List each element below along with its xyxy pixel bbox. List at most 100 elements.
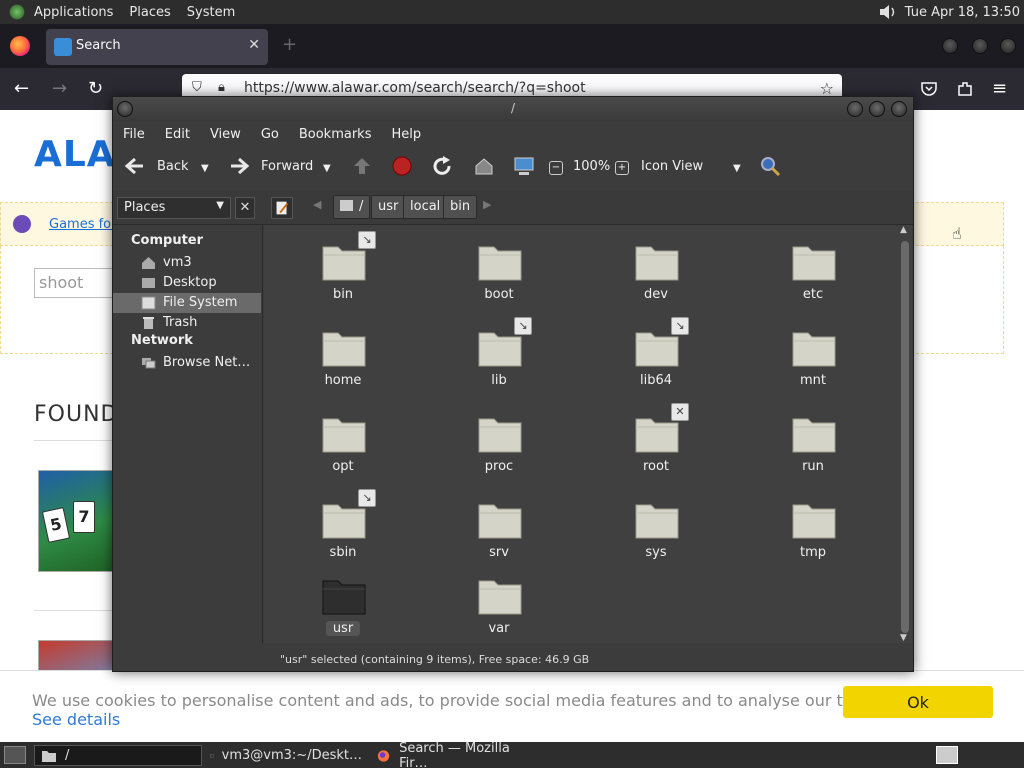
stop-icon[interactable] xyxy=(391,155,413,177)
taskbar-item-files[interactable]: / xyxy=(34,745,202,766)
edit-path-icon[interactable] xyxy=(271,197,293,219)
up-icon[interactable] xyxy=(351,155,373,177)
browser-tab-search[interactable]: Search ✕ xyxy=(46,29,268,65)
crumb-left-arrow-icon[interactable]: ◀ xyxy=(313,198,321,211)
folder-item[interactable]: ↘ lib64 xyxy=(601,317,711,409)
system-menu[interactable]: System xyxy=(179,5,243,20)
breadcrumb-local[interactable]: local xyxy=(403,195,448,219)
menu-edit[interactable]: Edit xyxy=(155,127,200,142)
folder-item[interactable]: var xyxy=(444,577,554,643)
panel-clock[interactable]: Tue Apr 18, 13:50 xyxy=(905,5,1020,20)
mate-logo-icon[interactable] xyxy=(8,3,26,21)
breadcrumb-usr[interactable]: usr xyxy=(371,195,406,219)
maximize-button[interactable] xyxy=(972,38,988,54)
folder-item[interactable]: tmp xyxy=(758,501,868,581)
sidebar-item-desktop[interactable]: Desktop xyxy=(113,273,261,293)
folder-item[interactable]: dev xyxy=(601,243,711,323)
breadcrumb-root[interactable]: / xyxy=(333,195,371,219)
extensions-icon[interactable] xyxy=(956,80,974,98)
url-text[interactable]: https://www.alawar.com/search/search/?q=… xyxy=(244,80,586,96)
folder-item[interactable]: run xyxy=(758,415,868,495)
folder-item[interactable]: ↘ bin xyxy=(288,231,398,323)
places-menu[interactable]: Places xyxy=(121,5,178,20)
cookie-ok-button[interactable]: Ok xyxy=(843,686,993,718)
folder-item[interactable]: ↘ sbin xyxy=(288,489,398,581)
taskbar-item-terminal[interactable]: vm3@vm3:~/Deskt… xyxy=(204,745,368,766)
sidebar-item-browse-network[interactable]: Browse Net… xyxy=(113,353,261,373)
home-icon[interactable] xyxy=(473,155,495,177)
show-desktop-icon[interactable] xyxy=(4,746,26,764)
forward-button[interactable]: Forward xyxy=(261,159,313,174)
folder-item[interactable]: ✕ root xyxy=(601,403,711,495)
scroll-thumb[interactable] xyxy=(901,241,909,633)
window-close-button[interactable] xyxy=(891,101,907,117)
forward-arrow-icon[interactable]: → xyxy=(52,78,67,99)
window-maximize-button[interactable] xyxy=(869,101,885,117)
site-search-input[interactable]: shoot xyxy=(34,268,124,298)
applications-menu[interactable]: Applications xyxy=(26,5,121,20)
shield-icon[interactable]: ⛉ xyxy=(192,80,202,95)
games-link[interactable]: Games for xyxy=(49,217,116,232)
back-button[interactable]: Back xyxy=(157,159,189,174)
search-icon[interactable] xyxy=(759,155,781,177)
folder-item[interactable]: proc xyxy=(444,415,554,495)
minimize-button[interactable] xyxy=(942,38,958,54)
folder-item[interactable]: etc xyxy=(758,243,868,323)
sidebar-item-trash[interactable]: Trash xyxy=(113,313,261,333)
volume-icon[interactable] xyxy=(877,3,899,21)
folder-item[interactable]: opt xyxy=(288,415,398,495)
folder-item[interactable]: usr xyxy=(288,577,398,643)
forward-history-chevron-icon[interactable]: ▼ xyxy=(323,163,331,174)
sidebar-item-label: Trash xyxy=(163,315,198,330)
zoom-level[interactable]: 100% xyxy=(573,159,610,174)
zoom-in-icon[interactable]: + xyxy=(615,161,629,175)
pocket-icon[interactable] xyxy=(920,80,938,98)
folder-label: opt xyxy=(332,459,354,474)
window-titlebar[interactable]: / xyxy=(113,97,913,121)
sidebar-item-file-system[interactable]: File System xyxy=(113,293,261,313)
close-sidebar-icon[interactable]: ✕ xyxy=(235,197,255,219)
see-details-link[interactable]: See details xyxy=(32,710,120,729)
sidebar-item-vm3[interactable]: vm3 xyxy=(113,253,261,273)
close-button[interactable] xyxy=(1000,38,1016,54)
scroll-up-icon[interactable]: ▲ xyxy=(900,225,907,235)
menu-bookmarks[interactable]: Bookmarks xyxy=(289,127,382,142)
site-logo[interactable]: ALA xyxy=(34,134,116,175)
taskbar-item-firefox[interactable]: Search — Mozilla Fir… xyxy=(370,741,540,768)
folder-item[interactable]: ↘ lib xyxy=(444,317,554,409)
back-icon[interactable] xyxy=(123,155,145,177)
hamburger-menu-icon[interactable]: ≡ xyxy=(992,78,1007,99)
scroll-down-icon[interactable]: ▼ xyxy=(900,633,907,643)
firefox-icon[interactable] xyxy=(10,36,30,56)
breadcrumb-bin[interactable]: bin xyxy=(443,195,478,219)
new-tab-icon[interactable]: + xyxy=(282,34,297,55)
menu-file[interactable]: File xyxy=(113,127,155,142)
view-mode-chevron-icon[interactable]: ▼ xyxy=(733,163,741,174)
lock-icon[interactable]: 🔒︎ xyxy=(218,80,225,95)
tab-close-icon[interactable]: ✕ xyxy=(248,37,260,53)
icon-view[interactable]: ↘ bin boot dev etc home ↘ lib ↘ lib64 mnt opt proc ✕ r… xyxy=(264,225,912,643)
reload-icon[interactable]: ↻ xyxy=(88,78,103,99)
view-mode-select[interactable]: Icon View xyxy=(641,159,703,174)
folder-item[interactable]: sys xyxy=(601,501,711,581)
menu-help[interactable]: Help xyxy=(381,127,431,142)
found-heading: FOUND xyxy=(34,402,119,427)
menu-view[interactable]: View xyxy=(200,127,251,142)
window-minimize-button[interactable] xyxy=(847,101,863,117)
vertical-scrollbar[interactable]: ▲ ▼ xyxy=(900,225,909,643)
folder-item[interactable]: boot xyxy=(444,243,554,323)
crumb-right-arrow-icon[interactable]: ▶ xyxy=(483,198,491,211)
folder-icon xyxy=(792,504,836,539)
zoom-out-icon[interactable]: − xyxy=(549,161,563,175)
forward-icon[interactable] xyxy=(229,155,251,177)
reload-icon[interactable] xyxy=(431,155,453,177)
back-arrow-icon[interactable]: ← xyxy=(14,78,29,99)
folder-item[interactable]: srv xyxy=(444,501,554,581)
workspace-switcher[interactable] xyxy=(936,746,958,764)
computer-icon[interactable] xyxy=(513,155,535,177)
folder-item[interactable]: home xyxy=(288,329,398,409)
sidebar-type-select[interactable]: Places ▼ xyxy=(117,197,231,219)
menu-go[interactable]: Go xyxy=(251,127,289,142)
back-history-chevron-icon[interactable]: ▼ xyxy=(201,163,209,174)
folder-item[interactable]: mnt xyxy=(758,329,868,409)
